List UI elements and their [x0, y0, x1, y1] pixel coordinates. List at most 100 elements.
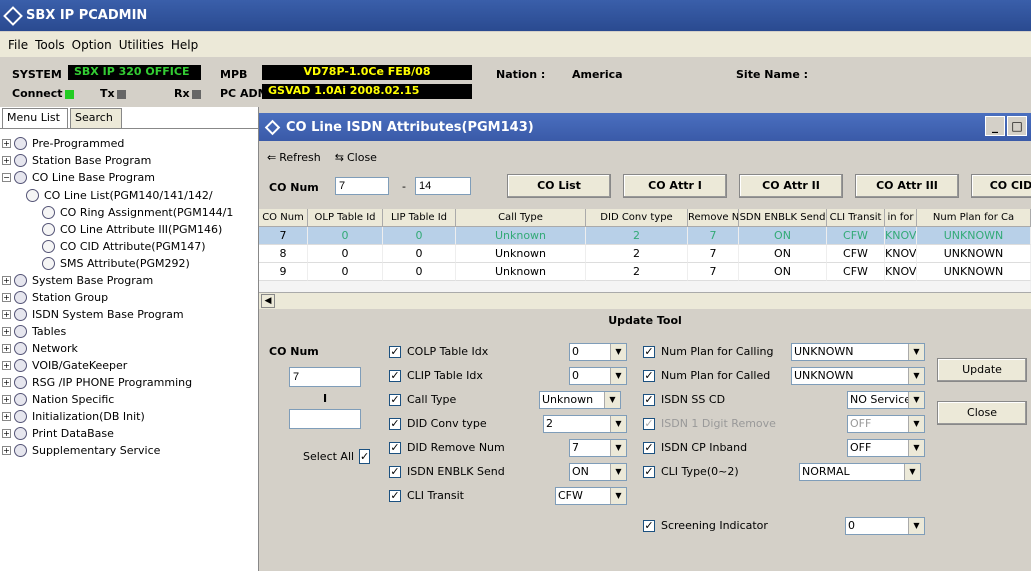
tree-item-co-cid[interactable]: CO CID Attribute(PGM147) — [42, 238, 206, 254]
expand-icon[interactable]: + — [2, 326, 11, 336]
col-header[interactable]: in for — [885, 209, 917, 227]
co-num-from-input[interactable] — [335, 177, 389, 195]
col-header[interactable]: CLI Transit — [827, 209, 885, 227]
expand-icon[interactable]: + — [2, 445, 11, 455]
co-list-button[interactable]: CO List — [507, 174, 611, 198]
checkbox-icon[interactable]: ✓ — [643, 519, 655, 532]
menu-help[interactable]: Help — [171, 38, 198, 52]
co-attr2-button[interactable]: CO Attr II — [739, 174, 843, 198]
checkbox-icon[interactable]: ✓ — [389, 441, 401, 454]
menu-utilities[interactable]: Utilities — [119, 38, 164, 52]
screening-indicator-checkbox[interactable]: ✓ Screening Indicator — [643, 519, 768, 532]
checkbox-icon[interactable]: ✓ — [643, 441, 655, 454]
dropdown-arrow-icon[interactable]: ▼ — [908, 440, 924, 456]
grid-cell[interactable]: 0 — [383, 227, 456, 245]
screening-indicator-select[interactable]: 0 ▼ — [845, 517, 925, 535]
grid-cell[interactable]: UNKNOWN — [917, 227, 1031, 245]
menu-file[interactable]: File — [8, 38, 28, 52]
update-co-num-from[interactable] — [289, 367, 361, 387]
clip-table-idx-checkbox[interactable]: ✓ CLIP Table Idx — [389, 369, 483, 382]
grid-cell[interactable]: UNKNOWN — [917, 245, 1031, 263]
grid-cell[interactable]: Unknown — [456, 245, 586, 263]
tree-item-supplementary[interactable]: + Supplementary Service — [2, 442, 160, 458]
grid-cell[interactable]: 7 — [259, 227, 308, 245]
grid-cell[interactable]: 2 — [586, 227, 688, 245]
tree-item-co-line-list[interactable]: CO Line List(PGM140/141/142/ — [26, 187, 213, 203]
dropdown-arrow-icon[interactable]: ▼ — [610, 440, 626, 456]
dropdown-arrow-icon[interactable]: ▼ — [908, 416, 924, 432]
did-remove-num-select[interactable]: 7 ▼ — [569, 439, 627, 457]
expand-icon[interactable]: + — [2, 275, 11, 285]
isdn-cp-inband-checkbox[interactable]: ✓ ISDN CP Inband — [643, 441, 747, 454]
grid-cell[interactable]: 0 — [383, 245, 456, 263]
maximize-icon[interactable]: □ — [1007, 116, 1027, 136]
clip-table-idx-select[interactable]: 0 ▼ — [569, 367, 627, 385]
grid-cell[interactable]: 0 — [308, 227, 383, 245]
tree-item-network[interactable]: + Network — [2, 340, 78, 356]
colp-table-idx-checkbox[interactable]: ✓ COLP Table Idx — [389, 345, 488, 358]
num-plan-called-checkbox[interactable]: ✓ Num Plan for Called — [643, 369, 770, 382]
expand-icon[interactable]: + — [2, 428, 11, 438]
grid-cell[interactable]: KNOV — [885, 227, 917, 245]
checkbox-icon[interactable]: ✓ — [389, 465, 401, 478]
expand-icon[interactable]: + — [2, 360, 11, 370]
horizontal-scrollbar[interactable]: ◀ — [259, 292, 1031, 309]
col-header[interactable]: SDN ENBLK Send — [739, 209, 827, 227]
expand-icon[interactable]: + — [2, 309, 11, 319]
expand-icon[interactable]: + — [2, 155, 11, 165]
grid-cell[interactable]: CFW — [827, 263, 885, 281]
collapse-icon[interactable]: − — [2, 172, 11, 182]
cli-type-select[interactable]: NORMAL ▼ — [799, 463, 921, 481]
expand-icon[interactable]: + — [2, 411, 11, 421]
dropdown-arrow-icon[interactable]: ▼ — [610, 464, 626, 480]
isdn-enblk-send-select[interactable]: ON ▼ — [569, 463, 627, 481]
checkbox-icon[interactable]: ✓ — [643, 417, 655, 430]
checkbox-icon[interactable]: ✓ — [643, 465, 655, 478]
checkbox-icon[interactable]: ✓ — [389, 369, 401, 382]
grid-cell[interactable]: 0 — [308, 245, 383, 263]
grid-cell[interactable]: CFW — [827, 245, 885, 263]
did-conv-type-checkbox[interactable]: ✓ DID Conv type — [389, 417, 487, 430]
close-toolbar-button[interactable]: ⇆ Close — [335, 151, 377, 164]
expand-icon[interactable]: + — [2, 292, 11, 302]
co-attr1-button[interactable]: CO Attr I — [623, 174, 727, 198]
checkbox-icon[interactable]: ✓ — [389, 393, 401, 406]
grid-cell[interactable]: CFW — [827, 227, 885, 245]
tree-item-sms[interactable]: SMS Attribute(PGM292) — [42, 255, 190, 271]
expand-icon[interactable]: + — [2, 343, 11, 353]
tree-item-station-base[interactable]: + Station Base Program — [2, 152, 151, 168]
dropdown-arrow-icon[interactable]: ▼ — [908, 344, 924, 360]
grid-cell[interactable]: 0 — [308, 263, 383, 281]
col-header[interactable]: CO Num — [259, 209, 308, 227]
tree-item-voib[interactable]: + VOIB/GateKeeper — [2, 357, 127, 373]
grid-cell[interactable]: KNOV — [885, 263, 917, 281]
tree-item-co-line-attr3[interactable]: CO Line Attribute III(PGM146) — [42, 221, 222, 237]
cli-transit-checkbox[interactable]: ✓ CLI Transit — [389, 489, 464, 502]
menu-tools[interactable]: Tools — [35, 38, 65, 52]
update-co-num-to[interactable] — [289, 409, 361, 429]
grid-cell[interactable]: 8 — [259, 245, 308, 263]
isdn-ss-cd-checkbox[interactable]: ✓ ISDN SS CD — [643, 393, 725, 406]
dropdown-arrow-icon[interactable]: ▼ — [610, 488, 626, 504]
grid-cell[interactable]: 0 — [383, 263, 456, 281]
close-button[interactable]: Close — [937, 401, 1027, 425]
tree-item-tables[interactable]: + Tables — [2, 323, 66, 339]
tree-item-system-base[interactable]: + System Base Program — [2, 272, 153, 288]
grid-cell[interactable]: 7 — [688, 263, 739, 281]
did-conv-type-select[interactable]: 2 ▼ — [543, 415, 627, 433]
grid-cell[interactable]: ON — [739, 227, 827, 245]
grid-cell[interactable]: KNOV — [885, 245, 917, 263]
co-cid-button[interactable]: CO CID — [971, 174, 1031, 198]
checkbox-icon[interactable]: ✓ — [643, 345, 655, 358]
colp-table-idx-select[interactable]: 0 ▼ — [569, 343, 627, 361]
isdn-cp-inband-select[interactable]: OFF ▼ — [847, 439, 925, 457]
col-header[interactable]: LIP Table Id — [383, 209, 456, 227]
tree-item-init[interactable]: + Initialization(DB Init) — [2, 408, 145, 424]
expand-icon[interactable]: + — [2, 377, 11, 387]
dropdown-arrow-icon[interactable]: ▼ — [908, 518, 924, 534]
grid-cell[interactable]: 7 — [688, 227, 739, 245]
tree-item-station-group[interactable]: + Station Group — [2, 289, 108, 305]
tab-search[interactable]: Search — [70, 108, 122, 128]
tree-item-print[interactable]: + Print DataBase — [2, 425, 114, 441]
checkbox-icon[interactable]: ✓ — [389, 345, 401, 358]
